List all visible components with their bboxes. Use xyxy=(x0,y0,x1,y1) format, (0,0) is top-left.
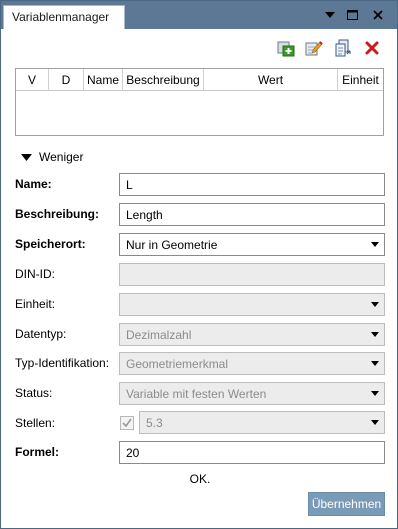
stellen-checkbox[interactable] xyxy=(120,416,134,430)
beschreibung-label: Beschreibung: xyxy=(15,207,100,221)
typ-identifikation-label: Typ-Identifikation: xyxy=(15,356,110,370)
copy-variable-icon[interactable] xyxy=(334,39,352,57)
name-label: Name: xyxy=(15,177,52,191)
din-id-field[interactable] xyxy=(119,263,385,286)
name-field[interactable]: L xyxy=(119,173,385,196)
einheit-label: Einheit: xyxy=(15,297,56,311)
datentyp-value: Dezimalzahl xyxy=(126,328,192,342)
window-title: Variablenmanager xyxy=(12,10,110,24)
add-variable-icon[interactable] xyxy=(277,39,295,57)
collapse-triangle-icon xyxy=(21,153,32,161)
apply-button[interactable]: Übernehmen xyxy=(308,492,385,516)
chevron-down-icon[interactable] xyxy=(365,294,384,315)
delete-variable-icon[interactable] xyxy=(363,39,381,57)
checkmark-icon xyxy=(122,418,132,428)
chevron-down-icon[interactable] xyxy=(365,324,384,345)
formel-field[interactable]: 20 xyxy=(119,441,385,464)
window-title-tab[interactable]: Variablenmanager xyxy=(3,5,125,29)
stellen-value: 5.3 xyxy=(146,416,163,430)
formel-label: Formel: xyxy=(15,445,60,459)
edit-variable-icon[interactable] xyxy=(305,39,323,57)
din-id-label: DIN-ID: xyxy=(15,267,55,281)
title-bar: Variablenmanager xyxy=(1,1,397,29)
stellen-label: Stellen: xyxy=(15,416,56,430)
maximize-icon[interactable] xyxy=(343,6,361,24)
window-menu-dropdown-icon[interactable] xyxy=(321,6,339,24)
speicherort-value: Nur in Geometrie xyxy=(126,238,218,252)
status-label: Status: xyxy=(15,386,53,400)
einheit-select[interactable] xyxy=(119,293,385,316)
column-header-beschreibung[interactable]: Beschreibung xyxy=(123,69,204,91)
typ-identifikation-select[interactable]: Geometriemerkmal xyxy=(119,352,385,375)
speicherort-label: Speicherort: xyxy=(15,237,86,251)
variables-table[interactable]: V D Name Beschreibung Wert Einheit xyxy=(15,68,384,136)
status-select[interactable]: Variable mit festen Werten xyxy=(119,382,385,405)
less-toggle-label: Weniger xyxy=(39,150,84,164)
speicherort-select[interactable]: Nur in Geometrie xyxy=(119,233,385,256)
datentyp-select[interactable]: Dezimalzahl xyxy=(119,323,385,346)
datentyp-label: Datentyp: xyxy=(15,327,67,341)
ok-status-label: OK. xyxy=(189,472,211,486)
chevron-down-icon[interactable] xyxy=(365,353,384,374)
column-header-einheit[interactable]: Einheit xyxy=(338,69,383,91)
less-toggle[interactable]: Weniger xyxy=(21,149,83,165)
column-header-name[interactable]: Name xyxy=(84,69,123,91)
status-value: Variable mit festen Werten xyxy=(126,387,267,401)
column-header-wert[interactable]: Wert xyxy=(204,69,338,91)
chevron-down-icon[interactable] xyxy=(365,383,384,404)
chevron-down-icon[interactable] xyxy=(365,234,384,255)
column-header-v[interactable]: V xyxy=(16,69,49,91)
close-icon[interactable] xyxy=(369,6,387,24)
beschreibung-field[interactable]: Length xyxy=(119,203,385,226)
table-header: V D Name Beschreibung Wert Einheit xyxy=(16,69,383,91)
stellen-select[interactable]: 5.3 xyxy=(139,411,385,434)
chevron-down-icon[interactable] xyxy=(365,412,384,433)
column-header-d[interactable]: D xyxy=(49,69,84,91)
variable-manager-window: Variablenmanager V D Name Beschreibung W… xyxy=(0,0,398,529)
typ-identifikation-value: Geometriemerkmal xyxy=(126,357,229,371)
